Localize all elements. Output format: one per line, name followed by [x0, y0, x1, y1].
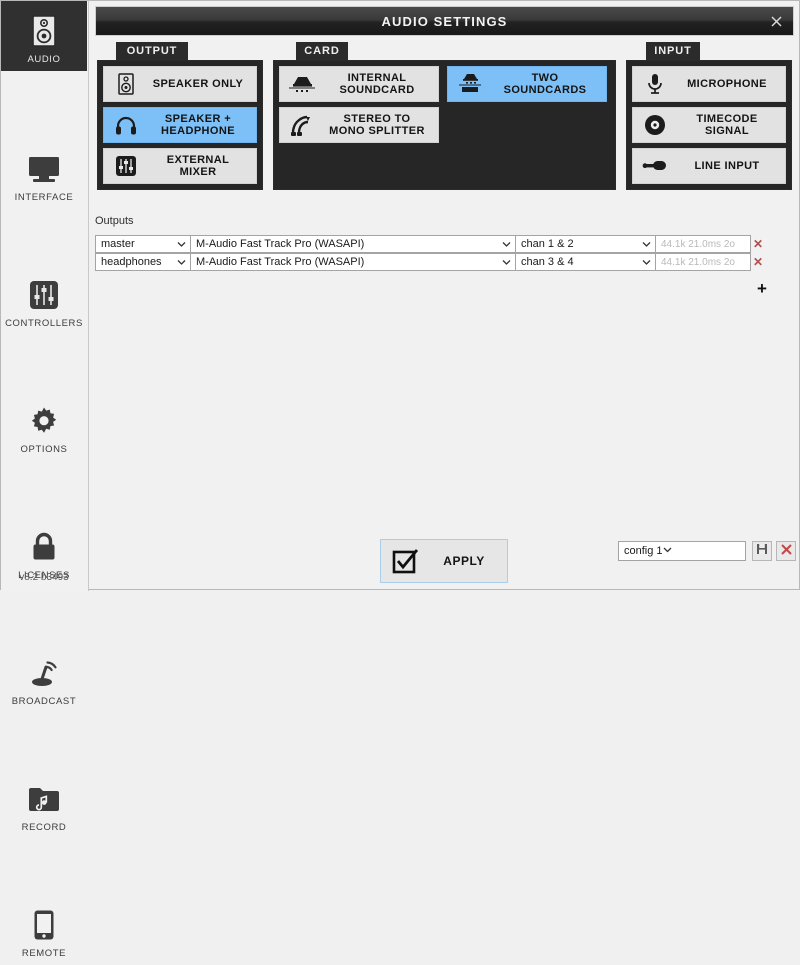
gear-icon — [24, 401, 64, 441]
tab-input: INPUT — [646, 42, 700, 60]
delete-icon[interactable]: ✕ — [751, 253, 765, 271]
output-latency-value: 44.1k 21.0ms 2o — [656, 235, 751, 253]
output-button-speaker-headphone[interactable]: SPEAKER + HEADPHONE — [103, 107, 257, 143]
headphone-icon — [104, 115, 148, 135]
soundcard-icon — [280, 74, 324, 94]
add-output-button[interactable]: + — [757, 280, 767, 297]
apply-button-label: APPLY — [443, 554, 485, 568]
output-name-value: master — [101, 238, 135, 250]
sidebar-item-label: INTERFACE — [14, 192, 74, 203]
output-button-speaker-only[interactable]: SPEAKER ONLY — [103, 66, 257, 102]
delete-icon[interactable]: ✕ — [751, 235, 765, 253]
card-button-stereo-to-mono-splitter[interactable]: STEREO TO MONO SPLITTER — [279, 107, 439, 143]
table-row: headphones M-Audio Fast Track Pro (WASAP… — [95, 253, 765, 271]
input-button-label: TIMECODE SIGNAL — [696, 113, 758, 137]
sidebar-item-label: BROADCAST — [11, 696, 77, 707]
input-button-timecode-signal[interactable]: TIMECODE SIGNAL — [632, 107, 786, 143]
sidebar-item-remote[interactable]: REMOTE — [1, 895, 87, 965]
page-title: AUDIO SETTINGS — [381, 13, 508, 29]
close-icon[interactable] — [765, 10, 787, 32]
output-name-value: headphones — [101, 256, 162, 268]
delete-config-button[interactable] — [776, 541, 796, 561]
output-device-value: M-Audio Fast Track Pro (WASAPI) — [196, 238, 365, 250]
mixer-icon — [104, 155, 148, 177]
output-channel-select[interactable]: chan 3 & 4 — [516, 253, 656, 271]
sidebar-item-broadcast[interactable]: BROADCAST — [1, 643, 87, 713]
output-name-select[interactable]: headphones — [95, 253, 191, 271]
sidebar-item-label: CONTROLLERS — [5, 318, 83, 329]
vinyl-icon — [633, 114, 677, 136]
apply-button[interactable]: APPLY — [380, 539, 508, 583]
save-config-button[interactable] — [752, 541, 772, 561]
input-button-label: MICROPHONE — [687, 78, 767, 90]
output-button-label: EXTERNAL MIXER — [166, 154, 230, 178]
broadcast-icon — [24, 653, 64, 693]
chevron-down-icon — [642, 240, 651, 249]
card-button-label: INTERNAL SOUNDCARD — [339, 72, 415, 96]
chevron-down-icon — [642, 258, 651, 267]
splitter-icon — [280, 113, 324, 137]
chevron-down-icon — [663, 545, 672, 557]
two-soundcards-icon — [448, 72, 492, 96]
plug-icon — [633, 158, 677, 174]
music-folder-icon — [24, 779, 64, 819]
output-button-label: SPEAKER ONLY — [152, 78, 244, 90]
tab-card: CARD — [296, 42, 348, 60]
sliders-icon — [24, 275, 64, 315]
sidebar-item-options[interactable]: OPTIONS — [1, 391, 87, 461]
output-channel-value: chan 3 & 4 — [521, 256, 574, 268]
output-channel-value: chan 1 & 2 — [521, 238, 574, 250]
chevron-down-icon — [177, 240, 186, 249]
config-select[interactable]: config 1 — [618, 541, 746, 561]
microphone-icon — [633, 73, 677, 95]
output-device-select[interactable]: M-Audio Fast Track Pro (WASAPI) — [191, 253, 516, 271]
sidebar: AUDIO INTERFACE CONTROLLERS OPTIONS LICE… — [1, 1, 89, 959]
output-name-select[interactable]: master — [95, 235, 191, 253]
input-button-microphone[interactable]: MICROPHONE — [632, 66, 786, 102]
sidebar-item-label: RECORD — [21, 822, 67, 833]
floppy-save-icon — [756, 542, 768, 560]
table-row: master M-Audio Fast Track Pro (WASAPI) c… — [95, 235, 765, 253]
sidebar-item-label: AUDIO — [27, 54, 61, 65]
sidebar-item-record[interactable]: RECORD — [1, 769, 87, 839]
phone-icon — [24, 905, 64, 945]
sidebar-item-label: OPTIONS — [20, 444, 68, 455]
speaker-icon — [24, 11, 64, 51]
output-channel-select[interactable]: chan 1 & 2 — [516, 235, 656, 253]
sidebar-item-controllers[interactable]: CONTROLLERS — [1, 265, 87, 335]
sidebar-item-label: REMOTE — [21, 948, 67, 959]
speaker-icon — [104, 73, 148, 95]
card-button-two-soundcards[interactable]: TWO SOUNDCARDS — [447, 66, 607, 102]
sidebar-item-interface[interactable]: INTERFACE — [1, 139, 87, 209]
checkbox-check-icon — [381, 548, 431, 574]
output-device-value: M-Audio Fast Track Pro (WASAPI) — [196, 256, 365, 268]
input-button-label: LINE INPUT — [694, 160, 760, 172]
tab-output: OUTPUT — [116, 42, 188, 60]
card-button-label: STEREO TO MONO SPLITTER — [329, 113, 425, 137]
sidebar-item-audio[interactable]: AUDIO — [1, 1, 87, 71]
output-device-select[interactable]: M-Audio Fast Track Pro (WASAPI) — [191, 235, 516, 253]
lock-icon — [24, 527, 64, 567]
config-value: config 1 — [624, 545, 663, 557]
monitor-icon — [24, 149, 64, 189]
card-button-label: TWO SOUNDCARDS — [503, 72, 587, 96]
outputs-section-label: Outputs — [95, 215, 134, 227]
input-button-line-input[interactable]: LINE INPUT — [632, 148, 786, 184]
version-label: v8.2 b3493 — [19, 572, 69, 583]
chevron-down-icon — [502, 240, 511, 249]
chevron-down-icon — [502, 258, 511, 267]
audio-settings-window: AUDIO INTERFACE CONTROLLERS OPTIONS LICE… — [0, 0, 800, 959]
delete-config-icon — [780, 542, 792, 560]
output-button-label: SPEAKER + HEADPHONE — [161, 113, 235, 137]
card-button-internal-soundcard[interactable]: INTERNAL SOUNDCARD — [279, 66, 439, 102]
chevron-down-icon — [177, 258, 186, 267]
output-latency-value: 44.1k 21.0ms 2o — [656, 253, 751, 271]
title-bar: AUDIO SETTINGS — [95, 6, 794, 36]
output-button-external-mixer[interactable]: EXTERNAL MIXER — [103, 148, 257, 184]
